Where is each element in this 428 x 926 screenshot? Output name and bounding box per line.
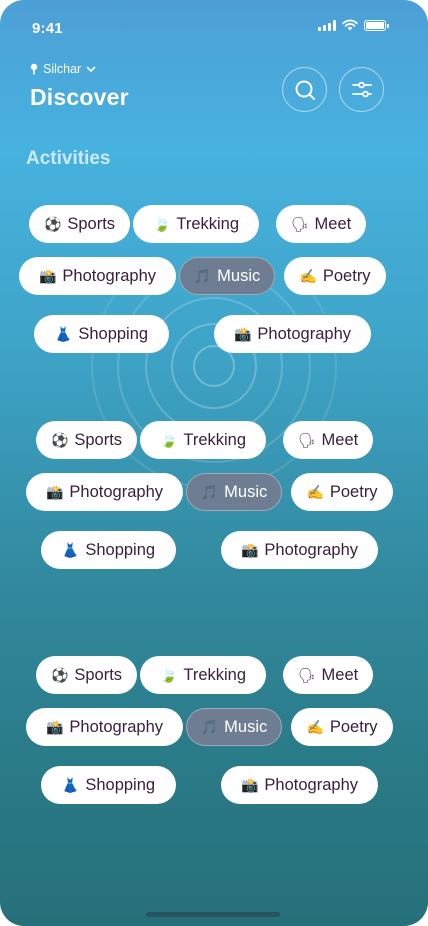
chip-photography[interactable]: 📸 Photography	[221, 531, 378, 569]
page-title: Discover	[30, 84, 129, 110]
home-indicator[interactable]	[146, 912, 280, 917]
camera-icon: 📸	[240, 777, 259, 793]
app-screen: 9:41 Silchar Discover Activities ⚽ Sport…	[0, 0, 428, 926]
writing-hand-icon: ✍️	[306, 484, 324, 500]
chip-photography[interactable]: 📸 Photography	[214, 315, 371, 353]
chip-label: Photography	[257, 324, 351, 343]
speaking-head-icon: 🗣	[297, 667, 316, 683]
chip-photography[interactable]: 📸 Photography	[26, 708, 183, 746]
chip-sports[interactable]: ⚽ Sports	[36, 421, 137, 459]
chip-label: Meet	[321, 665, 359, 684]
chip-label: Trekking	[183, 665, 247, 684]
chip-label: Photography	[69, 482, 163, 501]
chip-label: Trekking	[176, 214, 240, 233]
chip-label: Sports	[74, 430, 123, 449]
writing-hand-icon: ✍️	[306, 719, 324, 735]
chip-poetry[interactable]: ✍️ Poetry	[291, 473, 393, 511]
speaking-head-icon: 🗣	[290, 216, 309, 232]
chip-label: Shopping	[78, 324, 149, 343]
music-note-icon: 🎵	[200, 719, 219, 735]
chip-shopping[interactable]: 👗 Shopping	[34, 315, 169, 353]
filter-button[interactable]	[339, 67, 384, 112]
chip-label: Music	[224, 482, 268, 501]
battery-icon	[364, 19, 389, 31]
chip-label: Poetry	[322, 266, 371, 285]
chip-sports[interactable]: ⚽ Sports	[36, 656, 137, 694]
chip-label: Music	[224, 717, 268, 736]
chip-label: Sports	[67, 214, 116, 233]
chip-photography[interactable]: 📸 Photography	[221, 766, 378, 804]
wifi-icon	[342, 19, 358, 31]
leaf-icon: 🍃	[159, 432, 178, 448]
camera-icon: 📸	[233, 326, 252, 342]
chip-label: Meet	[314, 214, 352, 233]
chip-meet[interactable]: 🗣 Meet	[283, 656, 373, 694]
dress-icon: 👗	[54, 326, 73, 342]
leaf-icon: 🍃	[152, 216, 171, 232]
leaf-icon: 🍃	[159, 667, 178, 683]
chip-trekking[interactable]: 🍃 Trekking	[133, 205, 259, 243]
chip-label: Music	[217, 266, 261, 285]
location-pin-icon	[30, 63, 38, 75]
chip-poetry[interactable]: ✍️ Poetry	[291, 708, 393, 746]
status-time: 9:41	[32, 20, 63, 37]
soccer-ball-icon: ⚽	[43, 216, 62, 232]
status-icons	[318, 19, 389, 31]
chip-label: Photography	[264, 775, 358, 794]
chip-sports[interactable]: ⚽ Sports	[29, 205, 130, 243]
chip-trekking[interactable]: 🍃 Trekking	[140, 656, 266, 694]
dress-icon: 👗	[61, 777, 80, 793]
chip-label: Poetry	[329, 482, 378, 501]
location-selector[interactable]: Silchar	[30, 62, 96, 76]
chip-meet[interactable]: 🗣 Meet	[283, 421, 373, 459]
chip-trekking[interactable]: 🍃 Trekking	[140, 421, 266, 459]
camera-icon: 📸	[45, 719, 64, 735]
sliders-icon	[351, 81, 372, 97]
search-icon	[295, 80, 315, 100]
search-button[interactable]	[282, 67, 327, 112]
soccer-ball-icon: ⚽	[50, 667, 69, 683]
speaking-head-icon: 🗣	[297, 432, 316, 448]
status-bar: 9:41	[0, 0, 428, 54]
chip-label: Photography	[69, 717, 163, 736]
cellular-signal-icon	[318, 19, 336, 31]
chip-photography[interactable]: 📸 Photography	[19, 257, 176, 295]
music-note-icon: 🎵	[200, 484, 219, 500]
chip-meet[interactable]: 🗣 Meet	[276, 205, 366, 243]
chip-label: Meet	[321, 430, 359, 449]
chip-label: Trekking	[183, 430, 247, 449]
chevron-down-icon	[86, 66, 96, 72]
chip-label: Shopping	[85, 775, 156, 794]
section-title-activities: Activities	[26, 148, 111, 169]
dress-icon: 👗	[61, 542, 80, 558]
camera-icon: 📸	[240, 542, 259, 558]
chip-poetry[interactable]: ✍️ Poetry	[284, 257, 386, 295]
chip-label: Photography	[264, 540, 358, 559]
chip-shopping[interactable]: 👗 Shopping	[41, 531, 176, 569]
chip-music-selected[interactable]: 🎵 Music	[186, 473, 282, 511]
chip-photography[interactable]: 📸 Photography	[26, 473, 183, 511]
chip-shopping[interactable]: 👗 Shopping	[41, 766, 176, 804]
chip-label: Sports	[74, 665, 123, 684]
location-name: Silchar	[43, 62, 82, 76]
chip-label: Photography	[62, 266, 156, 285]
camera-icon: 📸	[38, 268, 57, 284]
camera-icon: 📸	[45, 484, 64, 500]
soccer-ball-icon: ⚽	[50, 432, 69, 448]
chip-music-selected[interactable]: 🎵 Music	[186, 708, 282, 746]
writing-hand-icon: ✍️	[299, 268, 317, 284]
chip-label: Shopping	[85, 540, 156, 559]
music-note-icon: 🎵	[193, 268, 212, 284]
chip-label: Poetry	[329, 717, 378, 736]
chip-music-selected[interactable]: 🎵 Music	[179, 257, 275, 295]
